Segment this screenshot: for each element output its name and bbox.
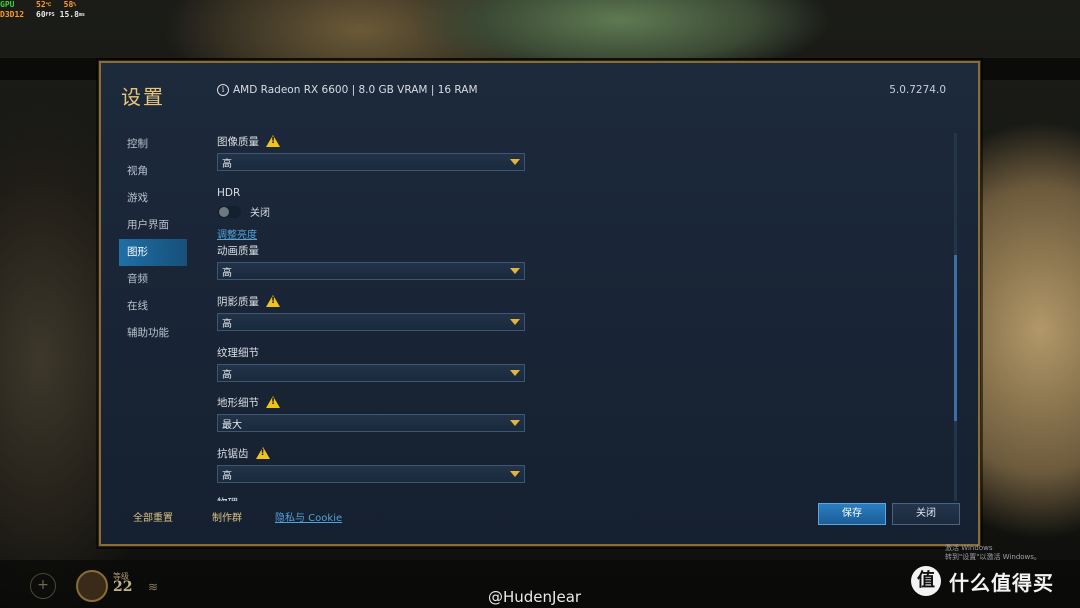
brand-name: 什么值得买: [949, 570, 1054, 595]
physics-setting: 物理: [217, 494, 238, 502]
terrain-detail-dropdown[interactable]: 最大: [217, 414, 525, 432]
gpu-usage: 58: [63, 0, 74, 9]
chevron-down-icon: [510, 268, 520, 274]
terrain-detail-setting: 地形细节 最大: [217, 394, 525, 432]
chevron-down-icon: [510, 370, 520, 376]
windows-activation-notice: 激活 Windows 转到"设置"以激活 Windows。: [945, 544, 1041, 561]
texture-detail-label: 纹理细节: [217, 346, 259, 359]
animation-quality-label: 动画质量: [217, 244, 259, 257]
chevron-down-icon: [510, 319, 520, 325]
fps-value: 60: [36, 10, 46, 19]
dialog-title: 设置: [121, 85, 165, 109]
texture-detail-dropdown[interactable]: 高: [217, 364, 525, 382]
chevron-down-icon: [510, 159, 520, 165]
scrollbar-thumb[interactable]: [954, 255, 957, 421]
nav-item-accessibility[interactable]: 辅助功能: [119, 320, 187, 347]
nav-item-graphics[interactable]: 图形: [119, 239, 187, 266]
image-quality-setting: 图像质量 高: [217, 133, 525, 171]
system-info-text: AMD Radeon RX 6600 | 8.0 GB VRAM | 16 RA…: [233, 84, 478, 96]
shadow-quality-dropdown[interactable]: 高: [217, 313, 525, 331]
wifi-icon: ≋: [148, 580, 159, 594]
graphics-settings-panel: 图像质量 高 HDR 关闭 调整亮度 动画质量 高 阴影质量 高 纹理细节 高 …: [217, 133, 947, 501]
hud-add-icon[interactable]: +: [30, 573, 56, 599]
antialiasing-label: 抗锯齿: [217, 447, 249, 460]
performance-overlay: GPU 52℃ 58% D3D12 60FPS 15.8ms: [0, 0, 85, 19]
system-info: i AMD Radeon RX 6600 | 8.0 GB VRAM | 16 …: [217, 84, 478, 96]
hdr-toggle[interactable]: [217, 205, 241, 218]
credits-button[interactable]: 制作群: [212, 509, 242, 524]
image-quality-label: 图像质量: [217, 135, 259, 148]
animation-quality-setting: 动画质量 高: [217, 242, 525, 280]
antialiasing-dropdown[interactable]: 高: [217, 465, 525, 483]
gpu-temp: 52: [36, 0, 46, 9]
nav-item-online[interactable]: 在线: [119, 293, 187, 320]
terrain-detail-label: 地形细节: [217, 396, 259, 409]
shadow-quality-setting: 阴影质量 高: [217, 293, 525, 331]
nav-item-interface[interactable]: 用户界面: [119, 212, 187, 239]
adjust-brightness-link[interactable]: 调整亮度: [217, 230, 257, 241]
warning-icon: [266, 295, 280, 307]
api-label: D3D12: [0, 10, 25, 19]
close-button[interactable]: 关闭: [892, 503, 960, 525]
site-brand: 值 什么值得买: [911, 566, 1054, 596]
nav-item-game[interactable]: 游戏: [119, 185, 187, 212]
nav-item-audio[interactable]: 音频: [119, 266, 187, 293]
nav-item-camera[interactable]: 视角: [119, 158, 187, 185]
chevron-down-icon: [510, 471, 520, 477]
chevron-down-icon: [510, 420, 520, 426]
settings-sidebar: 控制 视角 游戏 用户界面 图形 音频 在线 辅助功能: [119, 131, 187, 347]
privacy-cookie-link[interactable]: 隐私与 Cookie: [275, 509, 342, 524]
physics-label: 物理: [217, 495, 238, 502]
antialiasing-setting: 抗锯齿 高: [217, 445, 525, 483]
texture-detail-setting: 纹理细节 高: [217, 344, 525, 382]
reset-all-button[interactable]: 全部重置: [133, 509, 173, 524]
version-label: 5.0.7274.0: [889, 84, 946, 96]
info-icon: i: [217, 84, 229, 96]
warning-icon: [266, 396, 280, 408]
content-scrollbar[interactable]: [954, 133, 957, 501]
gpu-label: GPU: [0, 0, 15, 9]
warning-icon: [255, 447, 270, 459]
settings-dialog: 设置 i AMD Radeon RX 6600 | 8.0 GB VRAM | …: [98, 60, 981, 547]
hdr-label: HDR: [217, 187, 241, 199]
nav-item-controls[interactable]: 控制: [119, 131, 187, 158]
player-level: 等级 22: [113, 572, 133, 595]
hdr-state: 关闭: [250, 208, 270, 219]
warning-icon: [266, 135, 280, 147]
image-quality-dropdown[interactable]: 高: [217, 153, 525, 171]
player-avatar[interactable]: [76, 570, 108, 602]
hdr-setting: HDR 关闭 调整亮度: [217, 185, 270, 242]
animation-quality-dropdown[interactable]: 高: [217, 262, 525, 280]
brand-logo-icon: 值: [911, 566, 941, 596]
author-watermark: @HudenJear: [488, 588, 582, 606]
frametime-value: 15.8: [59, 10, 79, 19]
shadow-quality-label: 阴影质量: [217, 295, 259, 308]
save-button[interactable]: 保存: [818, 503, 886, 525]
